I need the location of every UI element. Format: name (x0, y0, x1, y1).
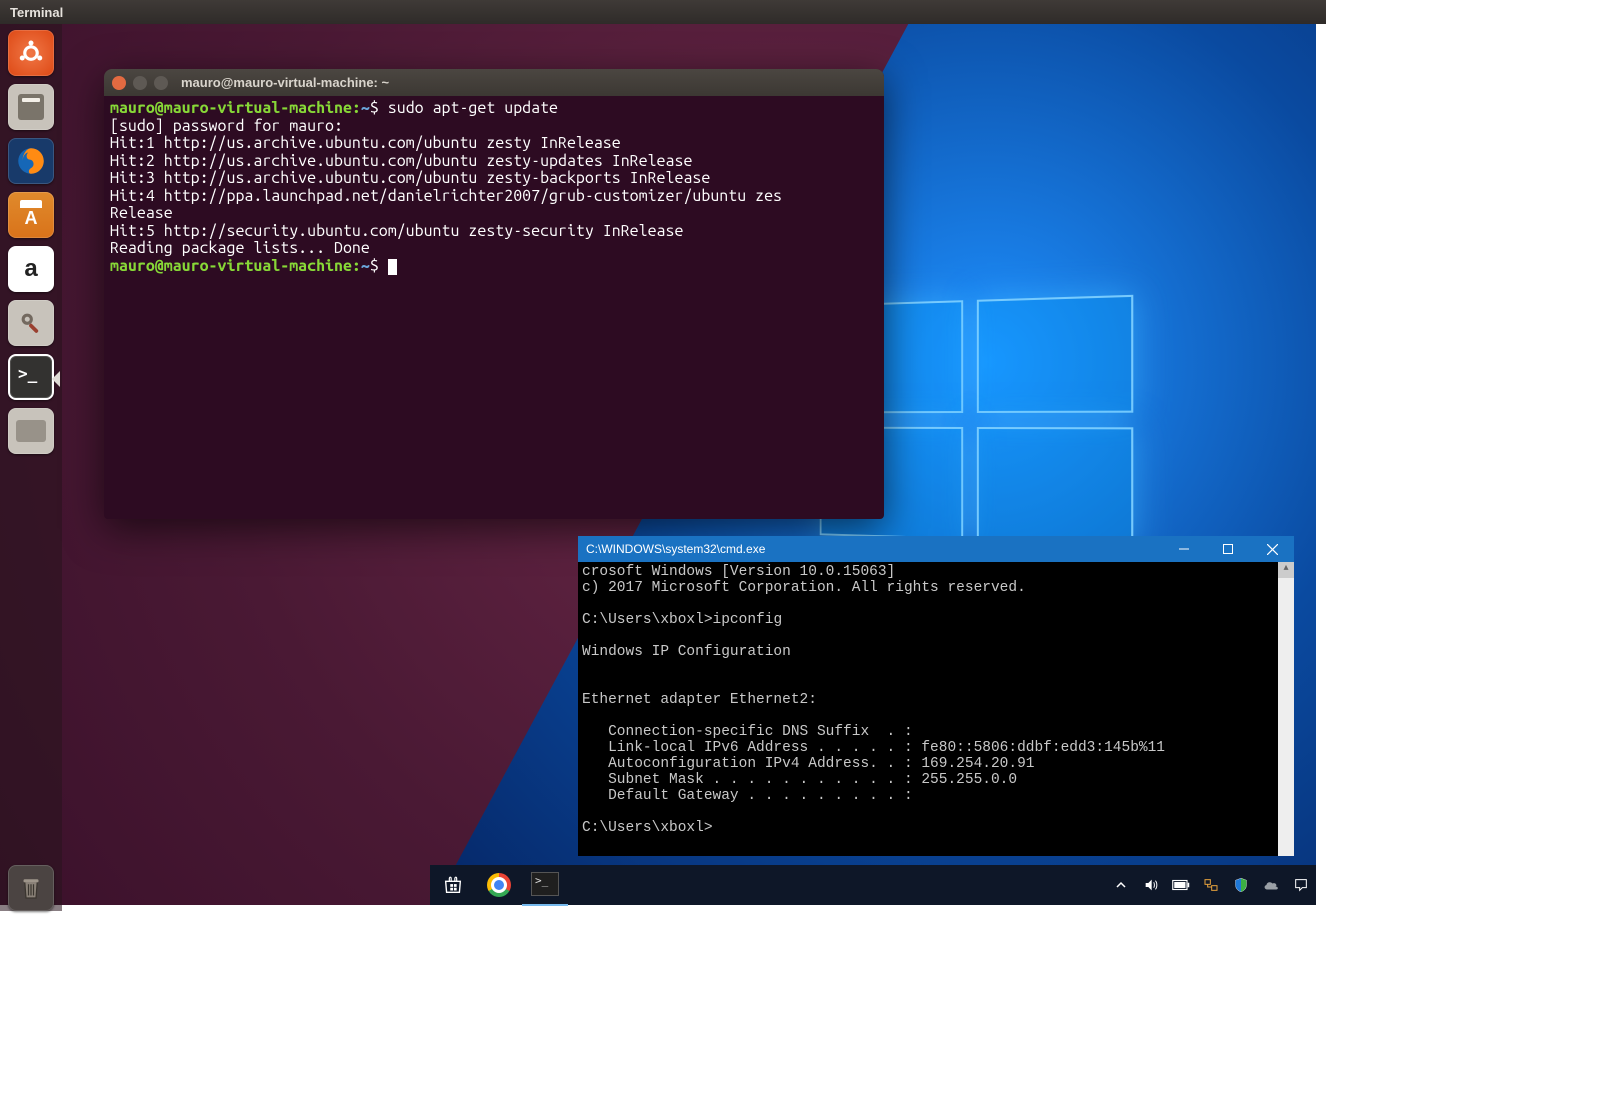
ubuntu-terminal-window[interactable]: mauro@mauro-virtual-machine: ~ mauro@mau… (104, 69, 884, 519)
maximize-icon (1223, 544, 1233, 554)
window-maximize-button[interactable] (154, 76, 168, 90)
chevron-up-icon (1115, 879, 1127, 891)
tray-show-hidden[interactable] (1106, 865, 1136, 905)
tray-onedrive[interactable] (1256, 865, 1286, 905)
cmd-output-line: c) 2017 Microsoft Corporation. All right… (582, 580, 1026, 596)
ubuntu-menubar: Terminal (0, 0, 1326, 24)
cmd-icon (531, 872, 559, 896)
terminal-output-line: Hit:3 http://us.archive.ubuntu.com/ubunt… (110, 169, 710, 187)
cmd-output-line: Subnet Mask . . . . . . . . . . . : 255.… (582, 772, 1017, 788)
windows-taskbar (430, 865, 1316, 905)
close-icon (1267, 544, 1278, 555)
cmd-titlebar[interactable]: C:\WINDOWS\system32\cmd.exe (578, 536, 1294, 562)
windows-cmd-window[interactable]: C:\WINDOWS\system32\cmd.exe crosoft Wind… (578, 536, 1294, 856)
launcher-disk-usage[interactable] (8, 408, 54, 454)
cmd-body[interactable]: crosoft Windows [Version 10.0.15063] c) … (578, 562, 1278, 856)
terminal-command: sudo apt-get update (388, 99, 558, 117)
cmd-output-line: Connection-specific DNS Suffix . : (582, 724, 913, 740)
tray-network[interactable] (1196, 865, 1226, 905)
window-close-button[interactable] (112, 76, 126, 90)
window-minimize-button[interactable] (1162, 536, 1206, 562)
active-app-indicator-icon (52, 371, 60, 387)
launcher-ubuntu-dash[interactable] (8, 30, 54, 76)
terminal-output-line: Reading package lists... Done (110, 239, 370, 257)
menubar-app-title: Terminal (10, 5, 63, 20)
tray-battery[interactable] (1166, 865, 1196, 905)
terminal-output-line: Hit:2 http://us.archive.ubuntu.com/ubunt… (110, 152, 692, 170)
launcher-system-settings[interactable] (8, 300, 54, 346)
tray-windows-defender[interactable] (1226, 865, 1256, 905)
battery-icon (1172, 879, 1190, 891)
ubuntu-terminal-body[interactable]: mauro@mauro-virtual-machine:~$ sudo apt-… (104, 96, 884, 519)
terminal-cursor-icon (388, 259, 397, 275)
launcher-trash[interactable] (8, 865, 54, 911)
cloud-icon (1262, 879, 1280, 891)
window-title: mauro@mauro-virtual-machine: ~ (181, 75, 389, 90)
unity-launcher: a (0, 24, 62, 911)
network-icon (1203, 877, 1219, 893)
cmd-output-line: Link-local IPv6 Address . . . . . : fe80… (582, 740, 1165, 756)
terminal-output-line: [sudo] password for mauro: (110, 117, 343, 135)
launcher-firefox[interactable] (8, 138, 54, 184)
cmd-scrollbar[interactable] (1278, 562, 1294, 856)
cmd-prompt: C:\Users\xboxl> (582, 820, 713, 836)
notification-icon (1293, 877, 1309, 893)
terminal-prompt-user: mauro@mauro-virtual-machine (110, 257, 352, 275)
cmd-command: ipconfig (713, 612, 783, 628)
cmd-output-line: crosoft Windows [Version 10.0.15063] (582, 564, 895, 580)
window-minimize-button[interactable] (133, 76, 147, 90)
tray-volume[interactable] (1136, 865, 1166, 905)
taskbar-cmd[interactable] (522, 864, 568, 906)
launcher-files[interactable] (8, 84, 54, 130)
terminal-prompt-user: mauro@mauro-virtual-machine (110, 99, 352, 117)
cmd-prompt: C:\Users\xboxl> (582, 612, 713, 628)
shield-icon (1233, 877, 1249, 893)
window-maximize-button[interactable] (1206, 536, 1250, 562)
trash-icon (16, 873, 46, 903)
ubuntu-terminal-titlebar[interactable]: mauro@mauro-virtual-machine: ~ (104, 69, 884, 96)
chrome-icon (487, 873, 511, 897)
firefox-icon (14, 144, 48, 178)
system-tray (1106, 865, 1316, 905)
launcher-ubuntu-software[interactable] (8, 192, 54, 238)
taskbar-store[interactable] (430, 865, 476, 905)
launcher-amazon[interactable]: a (8, 246, 54, 292)
window-close-button[interactable] (1250, 536, 1294, 562)
terminal-prompt-path: ~ (361, 257, 370, 275)
store-icon (442, 874, 464, 896)
minimize-icon (1179, 544, 1189, 554)
tray-action-center[interactable] (1286, 865, 1316, 905)
cmd-output-line: Ethernet adapter Ethernet2: (582, 692, 817, 708)
ubuntu-logo-icon (16, 38, 46, 68)
terminal-output-line: Hit:1 http://us.archive.ubuntu.com/ubunt… (110, 134, 621, 152)
terminal-output-line: Release (110, 204, 173, 222)
terminal-output-line: Hit:4 http://ppa.launchpad.net/danielric… (110, 187, 782, 205)
volume-icon (1143, 877, 1159, 893)
cmd-output-line: Default Gateway . . . . . . . . . : (582, 788, 913, 804)
cmd-window-title: C:\WINDOWS\system32\cmd.exe (586, 542, 1162, 556)
launcher-terminal[interactable] (8, 354, 54, 400)
terminal-output-line: Hit:5 http://security.ubuntu.com/ubuntu … (110, 222, 683, 240)
settings-gear-wrench-icon (16, 308, 46, 338)
cmd-output-line: Windows IP Configuration (582, 644, 791, 660)
taskbar-chrome[interactable] (476, 865, 522, 905)
cmd-output-line: Autoconfiguration IPv4 Address. . : 169.… (582, 756, 1034, 772)
terminal-prompt-path: ~ (361, 99, 370, 117)
